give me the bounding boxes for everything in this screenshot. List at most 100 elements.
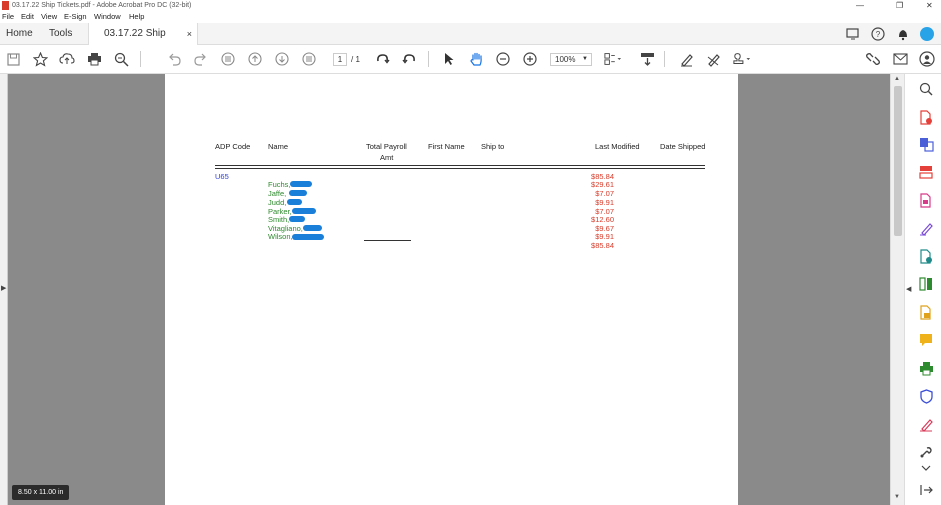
- hand-tool-icon[interactable]: [467, 50, 485, 68]
- row-name: Smith,: [268, 215, 290, 224]
- scrollbar-thumb[interactable]: [894, 86, 902, 236]
- comment-icon[interactable]: [918, 332, 934, 348]
- redaction-mark: [289, 190, 307, 196]
- draw-sign-icon[interactable]: [704, 50, 722, 68]
- collapse-right-panel-icon[interactable]: ◀: [906, 285, 911, 293]
- undo-icon[interactable]: [165, 50, 183, 68]
- row-amount: $29.61: [591, 180, 614, 189]
- print-icon[interactable]: [85, 50, 103, 68]
- header-first-name: First Name: [428, 142, 465, 151]
- compare-files-icon[interactable]: [918, 276, 934, 292]
- main-toolbar: 1 / 1 100% ▼: [0, 45, 941, 74]
- header-rule-bottom: [215, 168, 705, 169]
- help-icon[interactable]: ?: [869, 25, 887, 43]
- close-window-icon[interactable]: ✕: [926, 0, 933, 11]
- page-size-badge: 8.50 x 11.00 in: [12, 485, 70, 500]
- header-ship-to: Ship to: [481, 142, 505, 151]
- expand-left-panel-icon[interactable]: ▶: [1, 284, 6, 292]
- toolbar-separator: [428, 51, 429, 67]
- search-zoom-icon[interactable]: [918, 81, 934, 97]
- more-tools-icon[interactable]: [918, 444, 934, 460]
- row-amount: $9.91: [595, 198, 614, 207]
- pdf-page: [165, 74, 738, 505]
- row-amount: $12.60: [591, 215, 614, 224]
- rotate-clockwise-icon[interactable]: [373, 50, 391, 68]
- previous-page-icon[interactable]: [246, 50, 264, 68]
- protect-shield-icon[interactable]: [918, 388, 934, 404]
- left-panel-strip[interactable]: ▶: [0, 74, 8, 505]
- print-production-icon[interactable]: [918, 360, 934, 376]
- zoom-in-icon[interactable]: [521, 50, 539, 68]
- acrobat-pdf-icon: [2, 1, 9, 10]
- zoom-out-icon[interactable]: [494, 50, 512, 68]
- header-last-modified: Last Modified: [595, 142, 640, 151]
- window-title: 03.17.22 Ship Tickets.pdf - Adobe Acroba…: [12, 2, 192, 9]
- next-page-icon[interactable]: [273, 50, 291, 68]
- bookmark-star-icon[interactable]: [31, 50, 49, 68]
- row-amount: $9.91: [595, 232, 614, 241]
- share-screen-icon[interactable]: [844, 25, 862, 43]
- menu-edit[interactable]: Edit: [21, 11, 34, 23]
- zoom-level-select[interactable]: 100% ▼: [550, 53, 592, 66]
- notification-bell-icon[interactable]: [894, 25, 912, 43]
- scrolling-mode-icon[interactable]: [638, 50, 656, 68]
- menu-window[interactable]: Window: [94, 11, 121, 23]
- svg-text:?: ?: [876, 30, 881, 39]
- edit-pdf-icon[interactable]: [918, 416, 934, 432]
- page-display-icon[interactable]: [604, 50, 622, 68]
- row-amount: $7.07: [595, 189, 614, 198]
- zoom-level-value: 100%: [555, 55, 576, 64]
- save-icon[interactable]: [4, 50, 22, 68]
- scroll-down-icon[interactable]: ▼: [894, 494, 900, 500]
- menu-view[interactable]: View: [41, 11, 57, 23]
- fill-sign-icon[interactable]: [918, 220, 934, 236]
- export-pdf-icon[interactable]: [918, 192, 934, 208]
- row-name: Fuchs,: [268, 180, 291, 189]
- row-name: Wilson,: [268, 232, 293, 241]
- minimize-icon[interactable]: —: [856, 0, 864, 11]
- first-page-icon[interactable]: [219, 50, 237, 68]
- restore-icon[interactable]: ❐: [896, 0, 903, 11]
- send-for-comments-icon[interactable]: [918, 304, 934, 320]
- menu-help[interactable]: Help: [129, 11, 144, 23]
- tab-close-icon[interactable]: ×: [187, 23, 192, 45]
- expand-tools-chevron-icon[interactable]: [918, 460, 934, 476]
- request-signature-icon[interactable]: [918, 248, 934, 264]
- header-adp-code: ADP Code: [215, 142, 251, 151]
- rotate-counterclockwise-icon[interactable]: [400, 50, 418, 68]
- tab-tools[interactable]: Tools: [49, 23, 72, 45]
- share-user-icon[interactable]: [918, 50, 936, 68]
- tab-document[interactable]: 03.17.22 Ship Ticket... ×: [88, 23, 198, 61]
- redaction-mark: [287, 199, 302, 205]
- create-pdf-icon[interactable]: [918, 109, 934, 125]
- hide-tools-panel-icon[interactable]: [918, 482, 934, 498]
- organize-pages-icon[interactable]: [918, 164, 934, 180]
- page-total: / 1: [351, 55, 360, 64]
- header-name: Name: [268, 142, 289, 151]
- tab-bar: Home Tools 03.17.22 Ship Ticket... × ?: [0, 23, 941, 61]
- user-avatar-icon[interactable]: [918, 25, 936, 43]
- redo-icon[interactable]: [192, 50, 210, 68]
- vertical-scrollbar[interactable]: ▲ ▼: [890, 74, 904, 505]
- header-total-payroll: Total Payroll: [366, 142, 407, 151]
- grand-total-amount: $85.84: [591, 241, 614, 250]
- row-name: Jaffe,: [268, 189, 287, 198]
- stamp-icon[interactable]: [733, 50, 751, 68]
- link-edit-icon[interactable]: [864, 50, 882, 68]
- menu-file[interactable]: File: [2, 11, 14, 23]
- last-page-icon[interactable]: [300, 50, 318, 68]
- highlight-pen-icon[interactable]: [677, 50, 695, 68]
- tab-home[interactable]: Home: [6, 23, 33, 45]
- email-icon[interactable]: [891, 50, 909, 68]
- menu-esign[interactable]: E-Sign: [64, 11, 87, 23]
- scroll-up-icon[interactable]: ▲: [894, 76, 900, 82]
- title-bar: 03.17.22 Ship Tickets.pdf - Adobe Acroba…: [0, 0, 941, 11]
- chevron-down-icon: ▼: [582, 56, 588, 62]
- header-date-shipped: Date Shipped: [660, 142, 706, 151]
- zoom-search-icon[interactable]: [112, 50, 130, 68]
- redaction-mark: [289, 216, 305, 222]
- upload-cloud-icon[interactable]: [58, 50, 76, 68]
- select-cursor-icon[interactable]: [440, 50, 458, 68]
- combine-files-icon[interactable]: [918, 136, 934, 152]
- page-number-input[interactable]: 1: [333, 53, 347, 66]
